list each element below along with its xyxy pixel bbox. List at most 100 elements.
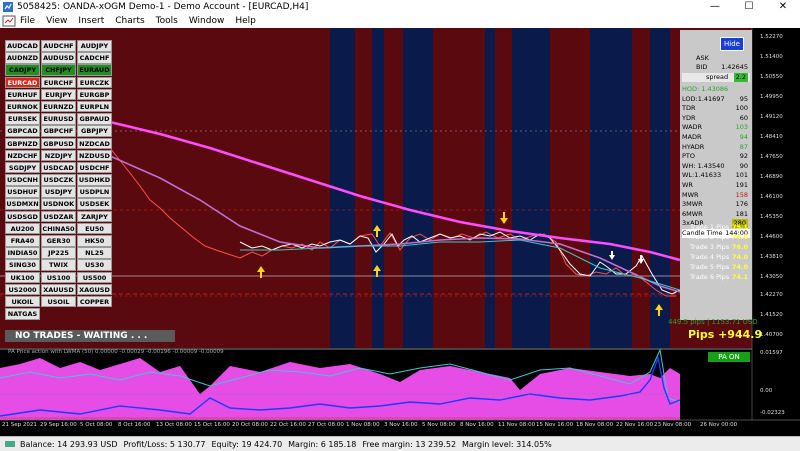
- symbol-button-uk100[interactable]: UK100: [5, 271, 40, 284]
- minimize-button[interactable]: —: [698, 0, 732, 14]
- symbol-button-ukoil[interactable]: UKOIL: [5, 295, 40, 308]
- symbol-button-usdsek[interactable]: USDSEK: [77, 198, 112, 210]
- menu-file[interactable]: File: [20, 16, 35, 26]
- stat-label: MADR: [682, 133, 702, 141]
- symbol-button-cadchf[interactable]: CADCHF: [77, 52, 112, 64]
- menu-window[interactable]: Window: [189, 16, 225, 26]
- menu-view[interactable]: View: [46, 16, 67, 26]
- symbol-button-eurczk[interactable]: EURCZK: [77, 76, 112, 89]
- symbol-button-gbpaud[interactable]: GBPAUD: [77, 113, 112, 125]
- symbol-button-usoil[interactable]: USOIL: [41, 295, 76, 308]
- symbol-button-au200[interactable]: AU200: [5, 222, 40, 235]
- symbol-button-audusd[interactable]: AUDUSD: [41, 52, 76, 64]
- symbol-button-nzdjpy[interactable]: NZDJPY: [41, 149, 76, 162]
- symbol-button-gbpchf[interactable]: GBPCHF: [41, 125, 76, 137]
- price-tick: 1.51400: [760, 54, 783, 60]
- menu-bar: File View Insert Charts Tools Window Hel…: [0, 14, 800, 40]
- symbol-button-grid: AUDCAD AUDCHF AUDJPY AUDNZD AUDUSD CADCHF CADJ…: [5, 40, 112, 320]
- symbol-button-usdnok[interactable]: USDNOK: [41, 198, 76, 210]
- symbol-button-eurnok[interactable]: EURNOK: [5, 100, 40, 113]
- trade-pips-value: 74.1: [731, 273, 748, 281]
- symbol-button-us2000[interactable]: US2000: [5, 283, 40, 296]
- symbol-button-eurhuf[interactable]: EURHUF: [5, 88, 40, 101]
- symbol-button-china50[interactable]: CHINA50: [41, 222, 76, 235]
- price-tick: 1.46100: [760, 194, 783, 200]
- balance: Balance: 14 293.93 USD: [20, 439, 118, 449]
- symbol-button-euraud[interactable]: EURAUD: [77, 64, 112, 76]
- symbol-button-cadjpy[interactable]: CADJPY: [5, 64, 40, 76]
- close-button[interactable]: ✕: [766, 0, 800, 14]
- symbol-button-natgas[interactable]: NATGAS: [5, 308, 40, 320]
- menu-charts[interactable]: Charts: [115, 16, 144, 26]
- symbol-button-audjpy[interactable]: AUDJPY: [77, 40, 112, 52]
- symbol-button-usdzar[interactable]: USDZAR: [41, 210, 76, 223]
- symbol-button-eursek[interactable]: EURSEK: [5, 113, 40, 125]
- symbol-button-gbpnzd[interactable]: GBPNZD: [5, 137, 40, 149]
- symbol-button-usdhkd[interactable]: USDHKD: [77, 174, 112, 186]
- pa-on-button[interactable]: PA ON: [708, 352, 750, 362]
- stat-row: MWR 158: [682, 191, 750, 200]
- menu-insert[interactable]: Insert: [78, 16, 104, 26]
- trade-pips-value: 74.0: [731, 253, 748, 261]
- symbol-button-xagusd[interactable]: XAGUSD: [77, 283, 112, 296]
- symbol-button-zarjpy[interactable]: ZARJPY: [77, 210, 112, 223]
- menu-help[interactable]: Help: [235, 16, 256, 26]
- symbol-button-us100[interactable]: US100: [41, 271, 76, 284]
- maximize-button[interactable]: ☐: [732, 0, 766, 14]
- symbol-button-usdcnh[interactable]: USDCNH: [5, 174, 40, 186]
- price-scale: 1.52270 1.51400 1.50550 1.49950 1.49120 …: [752, 28, 800, 348]
- symbol-button-audcad[interactable]: AUDCAD: [5, 40, 40, 52]
- symbol-button-sing30[interactable]: SING30: [5, 259, 40, 271]
- stat-value: 103: [735, 123, 748, 132]
- menu-tools[interactable]: Tools: [156, 16, 178, 26]
- symbol-button-eurnzd[interactable]: EURNZD: [41, 100, 76, 113]
- symbol-button-hk50[interactable]: HK50: [77, 235, 112, 247]
- symbol-button-eu50[interactable]: EU50: [77, 222, 112, 235]
- symbol-button-nl25[interactable]: NL25: [77, 247, 112, 259]
- time-tick: 5 Nov 08:00: [422, 422, 456, 428]
- symbol-button-chfjpy[interactable]: CHFJPY: [41, 64, 76, 76]
- symbol-button-jp225[interactable]: JP225: [41, 247, 76, 259]
- stat-label: WR: [682, 181, 693, 189]
- symbol-button-audchf[interactable]: AUDCHF: [41, 40, 76, 52]
- symbol-button-ger30[interactable]: GER30: [41, 235, 76, 247]
- symbol-button-eurpln[interactable]: EURPLN: [77, 100, 112, 113]
- symbol-button-usdpln[interactable]: USDPLN: [77, 186, 112, 198]
- symbol-button-eurcad[interactable]: EURCAD: [5, 76, 40, 89]
- symbol-button-usdhuf[interactable]: USDHUF: [5, 186, 40, 198]
- symbol-button-audnzd[interactable]: AUDNZD: [5, 52, 40, 64]
- spread-label: spread: [706, 73, 729, 81]
- stat-row: YDR 60: [682, 114, 750, 123]
- symbol-button-nzdcad[interactable]: NZDCAD: [77, 137, 112, 149]
- symbol-button-us500[interactable]: US500: [77, 271, 112, 284]
- stat-row: HOD: 1.43086: [682, 85, 750, 94]
- symbol-button-us30[interactable]: US30: [77, 259, 112, 271]
- symbol-button-usdchf[interactable]: USDCHF: [77, 161, 112, 174]
- symbol-button-usdmxn[interactable]: USDMXN: [5, 198, 40, 210]
- spread-row: spread 2.2: [682, 73, 750, 82]
- symbol-button-eurgbp[interactable]: EURGBP: [77, 88, 112, 101]
- symbol-button-xauusd[interactable]: XAUUSD: [41, 283, 76, 296]
- symbol-button-usdczk[interactable]: USDCZK: [41, 174, 76, 186]
- symbol-button-usdcad[interactable]: USDCAD: [41, 161, 76, 174]
- symbol-button-india50[interactable]: INDIA50: [5, 247, 40, 259]
- symbol-button-eurusd[interactable]: EURUSD: [41, 113, 76, 125]
- symbol-button-usdjpy[interactable]: USDJPY: [41, 186, 76, 198]
- symbol-button-eurjpy[interactable]: EURJPY: [41, 88, 76, 101]
- symbol-button-sgdjpy[interactable]: SGDJPY: [5, 161, 40, 174]
- symbol-button-eurchf[interactable]: EURCHF: [41, 76, 76, 89]
- stat-value: 191: [735, 181, 748, 189]
- symbol-button-twix[interactable]: TWIX: [41, 259, 76, 271]
- hide-button[interactable]: Hide: [720, 37, 744, 51]
- symbol-button-copper[interactable]: COPPER: [77, 295, 112, 308]
- symbol-button-gbpjpy[interactable]: GBPJPY: [77, 125, 112, 137]
- symbol-button-nzdchf[interactable]: NZDCHF: [5, 149, 40, 162]
- symbol-button-usdsgd[interactable]: USDSGD: [5, 210, 40, 223]
- symbol-button-gbpcad[interactable]: GBPCAD: [5, 125, 40, 137]
- price-tick: 1.45350: [760, 214, 783, 220]
- symbol-button-fra40[interactable]: FRA40: [5, 235, 40, 247]
- symbol-button-nzdusd[interactable]: NZDUSD: [77, 149, 112, 162]
- time-tick: 21 Sep 2021: [2, 422, 37, 428]
- symbol-button-gbpusd[interactable]: GBPUSD: [41, 137, 76, 149]
- trade-label: Trade 5 Pips: [690, 263, 730, 271]
